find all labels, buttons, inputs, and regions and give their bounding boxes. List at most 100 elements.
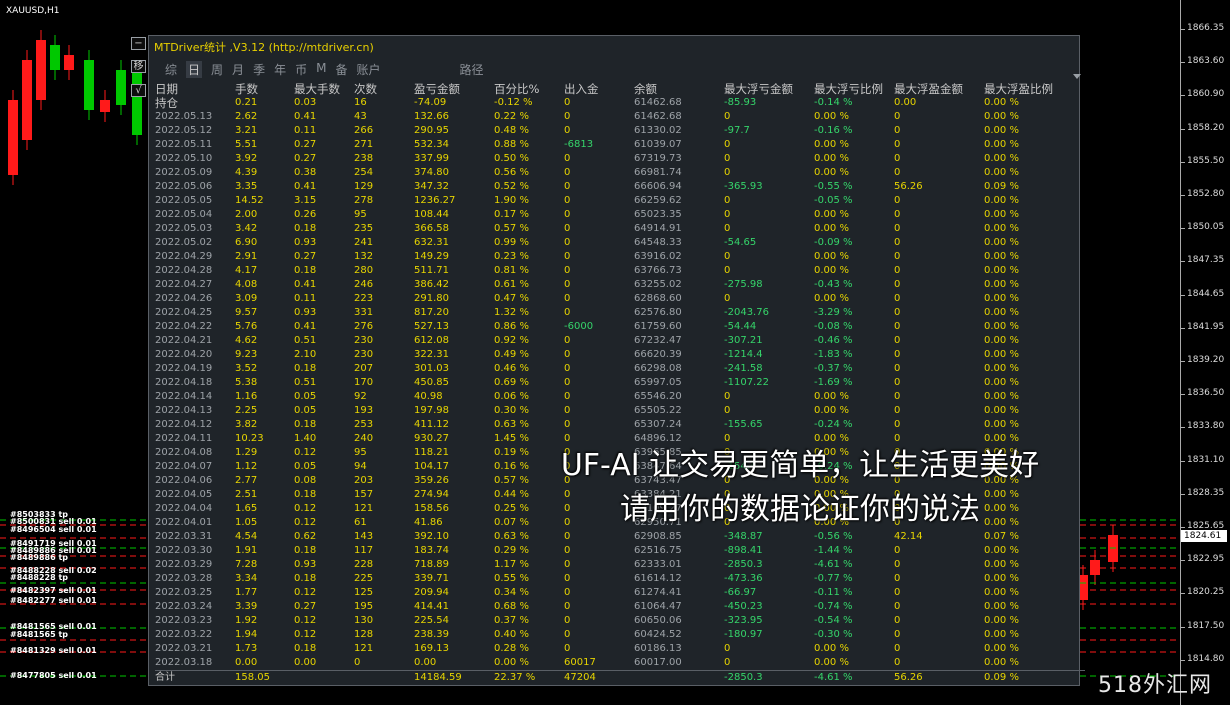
table-row[interactable]: 2022.03.24 3.39 0.27 195 414.41 0.68 % 0 61064.… xyxy=(155,600,1075,614)
tab-9[interactable]: 账户 xyxy=(356,61,380,78)
tab-8[interactable]: 备 xyxy=(335,61,347,78)
table-row[interactable]: 2022.05.09 4.39 0.38 254 374.80 0.56 % 0 66981.… xyxy=(155,166,1075,180)
table-row[interactable]: 2022.04.29 2.91 0.27 132 149.29 0.23 % 0 63916.… xyxy=(155,250,1075,264)
table-cell: 3.35 xyxy=(235,181,258,192)
tab-7[interactable]: M xyxy=(316,61,326,78)
table-cell: 0.18 xyxy=(294,489,317,500)
tab-4[interactable]: 季 xyxy=(253,61,265,78)
table-row[interactable]: 2022.04.22 5.76 0.41 276 527.13 0.86 % -6000 61… xyxy=(155,320,1075,334)
table-cell: 0 xyxy=(894,293,901,304)
caption-line-1: UF-AI 让交易更简单，让生活更美好 xyxy=(560,448,1040,483)
table-row[interactable]: 2022.04.21 4.62 0.51 230 612.08 0.92 % 0 67232.… xyxy=(155,334,1075,348)
check-button[interactable]: √ xyxy=(131,84,146,97)
table-row[interactable]: 2022.05.04 2.00 0.26 95 108.44 0.17 % 0 65023.3… xyxy=(155,208,1075,222)
table-row[interactable]: 2022.04.27 4.08 0.41 246 386.42 0.61 % 0 63255.… xyxy=(155,278,1075,292)
table-cell: 0 xyxy=(564,223,571,234)
table-row[interactable]: 2022.03.31 4.54 0.62 143 392.10 0.63 % 0 62908.… xyxy=(155,530,1075,544)
table-row[interactable]: 2022.04.20 9.23 2.10 230 322.31 0.49 % 0 66620.… xyxy=(155,348,1075,362)
tab-2[interactable]: 周 xyxy=(211,61,223,78)
table-cell: 0 xyxy=(564,167,571,178)
table-row[interactable]: 2022.03.29 7.28 0.93 228 718.89 1.17 % 0 62333.… xyxy=(155,558,1075,572)
table-row[interactable]: 2022.05.06 3.35 0.41 129 347.32 0.52 % 0 66606.… xyxy=(155,180,1075,194)
table-row[interactable]: 2022.04.25 9.57 0.93 331 817.20 1.32 % 0 62576.… xyxy=(155,306,1075,320)
table-cell: 2022.03.30 xyxy=(155,545,213,556)
table-row[interactable]: 2022.04.13 2.25 0.05 193 197.98 0.30 % 0 65505.… xyxy=(155,404,1075,418)
table-row[interactable]: 2022.05.13 2.62 0.41 43 132.66 0.22 % 0 61462.6… xyxy=(155,110,1075,124)
table-row[interactable]: 2022.05.03 3.42 0.18 235 366.58 0.57 % 0 64914.… xyxy=(155,222,1075,236)
tab-6[interactable]: 币 xyxy=(295,61,307,78)
table-row[interactable]: 2022.03.18 0.00 0.00 0 0.00 0.00 % 60017 60017.… xyxy=(155,656,1075,670)
tab-3[interactable]: 月 xyxy=(232,61,244,78)
table-cell: 0.08 xyxy=(294,475,317,486)
table-row[interactable]: 2022.04.28 4.17 0.18 280 511.71 0.81 % 0 63766.… xyxy=(155,264,1075,278)
table-cell: 0 xyxy=(564,363,571,374)
tab-10[interactable]: 路径 xyxy=(460,61,484,78)
table-cell: 2022.05.12 xyxy=(155,125,213,136)
table-cell: 0.18 xyxy=(294,363,317,374)
table-row[interactable]: 2022.04.19 3.52 0.18 207 301.03 0.46 % 0 66298.… xyxy=(155,362,1075,376)
table-row[interactable]: 2022.05.11 5.51 0.27 271 532.34 0.88 % -6813 61… xyxy=(155,138,1075,152)
table-cell: 66620.39 xyxy=(634,349,682,360)
table-cell: -0.30 % xyxy=(814,629,853,640)
table-row[interactable]: 2022.05.12 3.21 0.11 266 290.95 0.48 % 0 61330.… xyxy=(155,124,1075,138)
table-cell: 0.37 % xyxy=(494,615,529,626)
table-cell: 374.80 xyxy=(414,167,449,178)
stats-table: 日期 手数 最大手数 次数 盈亏金额 百分比% 出入金 余额 最大浮亏金额 最大浮亏比例 最大浮盈金… xyxy=(155,82,1085,683)
table-row[interactable]: 2022.04.26 3.09 0.11 223 291.80 0.47 % 0 62868.… xyxy=(155,292,1075,306)
table-cell: -0.77 % xyxy=(814,573,853,584)
table-cell: 0.41 xyxy=(294,321,317,332)
price-scale[interactable]: 1866.35 1863.60 1860.90 1858.20 1855.50 1852.… xyxy=(1180,0,1230,705)
table-row[interactable]: 2022.04.18 5.38 0.51 170 450.85 0.69 % 0 65997.… xyxy=(155,376,1075,390)
table-cell: 61039.07 xyxy=(634,139,682,150)
order-label: #8481329 sell 0.01 xyxy=(10,646,97,655)
table-row[interactable]: 2022.03.22 1.94 0.12 128 238.39 0.40 % 0 60424.… xyxy=(155,628,1075,642)
table-cell: 0 xyxy=(564,265,571,276)
table-cell: 0.51 xyxy=(294,335,317,346)
table-row[interactable]: 2022.04.14 1.16 0.05 92 40.98 0.06 % 0 65546.20… xyxy=(155,390,1075,404)
table-cell: 94 xyxy=(354,461,367,472)
table-cell: 7.28 xyxy=(235,559,258,570)
table-row[interactable]: 2022.04.12 3.82 0.18 253 411.12 0.63 % 0 65307.… xyxy=(155,418,1075,432)
table-cell: -0.12 % xyxy=(494,97,533,108)
table-row[interactable]: 2022.05.05 14.52 3.15 278 1236.27 1.90 % 0 6625… xyxy=(155,194,1075,208)
minimize-button[interactable]: − xyxy=(131,37,146,50)
table-cell: 60650.06 xyxy=(634,615,682,626)
table-cell: 246 xyxy=(354,279,374,290)
table-cell: 0 xyxy=(564,237,571,248)
scroll-down-arrow-icon[interactable] xyxy=(1073,74,1081,79)
table-cell: 2022.05.02 xyxy=(155,237,213,248)
tab-5[interactable]: 年 xyxy=(274,61,286,78)
table-cell: 0.00 % xyxy=(984,657,1019,668)
table-cell: 0.00 % xyxy=(814,209,849,220)
table-cell: 0 xyxy=(894,237,901,248)
table-cell: 0.26 xyxy=(294,209,317,220)
table-cell: -307.21 xyxy=(724,335,763,346)
table-row[interactable]: 2022.03.21 1.73 0.18 121 169.13 0.28 % 0 60186.… xyxy=(155,642,1075,656)
table-row[interactable]: 2022.03.28 3.34 0.18 225 339.71 0.55 % 0 61614.… xyxy=(155,572,1075,586)
table-cell: -54.44 xyxy=(724,321,757,332)
tab-0[interactable]: 综 xyxy=(165,61,177,78)
table-cell: 2.10 xyxy=(294,349,317,360)
table-row[interactable]: 2022.05.10 3.92 0.27 238 337.99 0.50 % 0 67319.… xyxy=(155,152,1075,166)
table-cell: 0 xyxy=(894,265,901,276)
table-cell: 0.46 % xyxy=(494,363,529,374)
table-cell: 66298.08 xyxy=(634,363,682,374)
column-header: 盈亏金额 xyxy=(414,82,460,96)
table-cell: 2.62 xyxy=(235,111,258,122)
table-cell: 0.00 xyxy=(235,657,258,668)
table-cell: 0.28 % xyxy=(494,643,529,654)
tab-1[interactable]: 日 xyxy=(186,61,203,78)
table-cell: -3.29 % xyxy=(814,307,853,318)
move-button[interactable]: 移 xyxy=(131,60,146,73)
table-row[interactable]: 2022.03.23 1.92 0.12 130 225.54 0.37 % 0 60650.… xyxy=(155,614,1075,628)
table-row[interactable]: 2022.03.25 1.77 0.12 125 209.94 0.34 % 0 61274.… xyxy=(155,586,1075,600)
table-row[interactable]: 2022.03.30 1.91 0.18 117 183.74 0.29 % 0 62516.… xyxy=(155,544,1075,558)
table-cell: 0.00 % xyxy=(984,391,1019,402)
table-cell: 0.00 xyxy=(894,97,917,108)
table-cell: 0 xyxy=(564,573,571,584)
table-cell: 527.13 xyxy=(414,321,449,332)
table-cell: 0.68 % xyxy=(494,601,529,612)
table-cell: 193 xyxy=(354,405,374,416)
table-cell: 0 xyxy=(564,209,571,220)
table-row[interactable]: 2022.05.02 6.90 0.93 241 632.31 0.99 % 0 64548.… xyxy=(155,236,1075,250)
